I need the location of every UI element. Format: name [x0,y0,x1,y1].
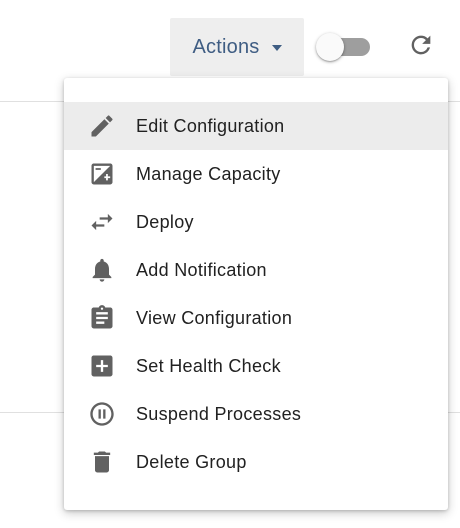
menu-item-label: Delete Group [136,451,247,472]
menu-item-suspend-processes[interactable]: Suspend Processes [64,390,448,438]
pencil-icon [88,112,116,140]
menu-item-label: Set Health Check [136,355,281,376]
menu-item-deploy[interactable]: Deploy [64,198,448,246]
pause-circle-icon [88,400,116,428]
toggle-thumb [316,33,344,61]
capacity-icon [88,160,116,188]
menu-item-label: Deploy [136,211,194,232]
menu-item-view-configuration[interactable]: View Configuration [64,294,448,342]
trash-icon [88,448,116,476]
actions-label: Actions [192,35,260,58]
actions-dropdown-button[interactable]: Actions [170,18,304,76]
menu-item-delete-group[interactable]: Delete Group [64,438,448,486]
menu-item-manage-capacity[interactable]: Manage Capacity [64,150,448,198]
plus-box-icon [88,352,116,380]
bell-icon [88,256,116,284]
menu-item-label: Add Notification [136,259,267,280]
menu-item-label: Suspend Processes [136,403,302,424]
clipboard-icon [88,304,116,332]
refresh-icon[interactable] [407,31,435,59]
actions-menu: Edit Configuration Manage Capacity Deplo… [64,78,448,510]
swap-arrows-icon [88,208,116,236]
menu-item-set-health-check[interactable]: Set Health Check [64,342,448,390]
menu-item-add-notification[interactable]: Add Notification [64,246,448,294]
toggle-switch[interactable] [316,33,370,61]
menu-item-label: View Configuration [136,307,293,328]
caret-down-icon [271,45,282,51]
menu-item-label: Edit Configuration [136,115,285,136]
menu-item-label: Manage Capacity [136,163,281,184]
menu-item-edit-configuration[interactable]: Edit Configuration [64,102,448,150]
